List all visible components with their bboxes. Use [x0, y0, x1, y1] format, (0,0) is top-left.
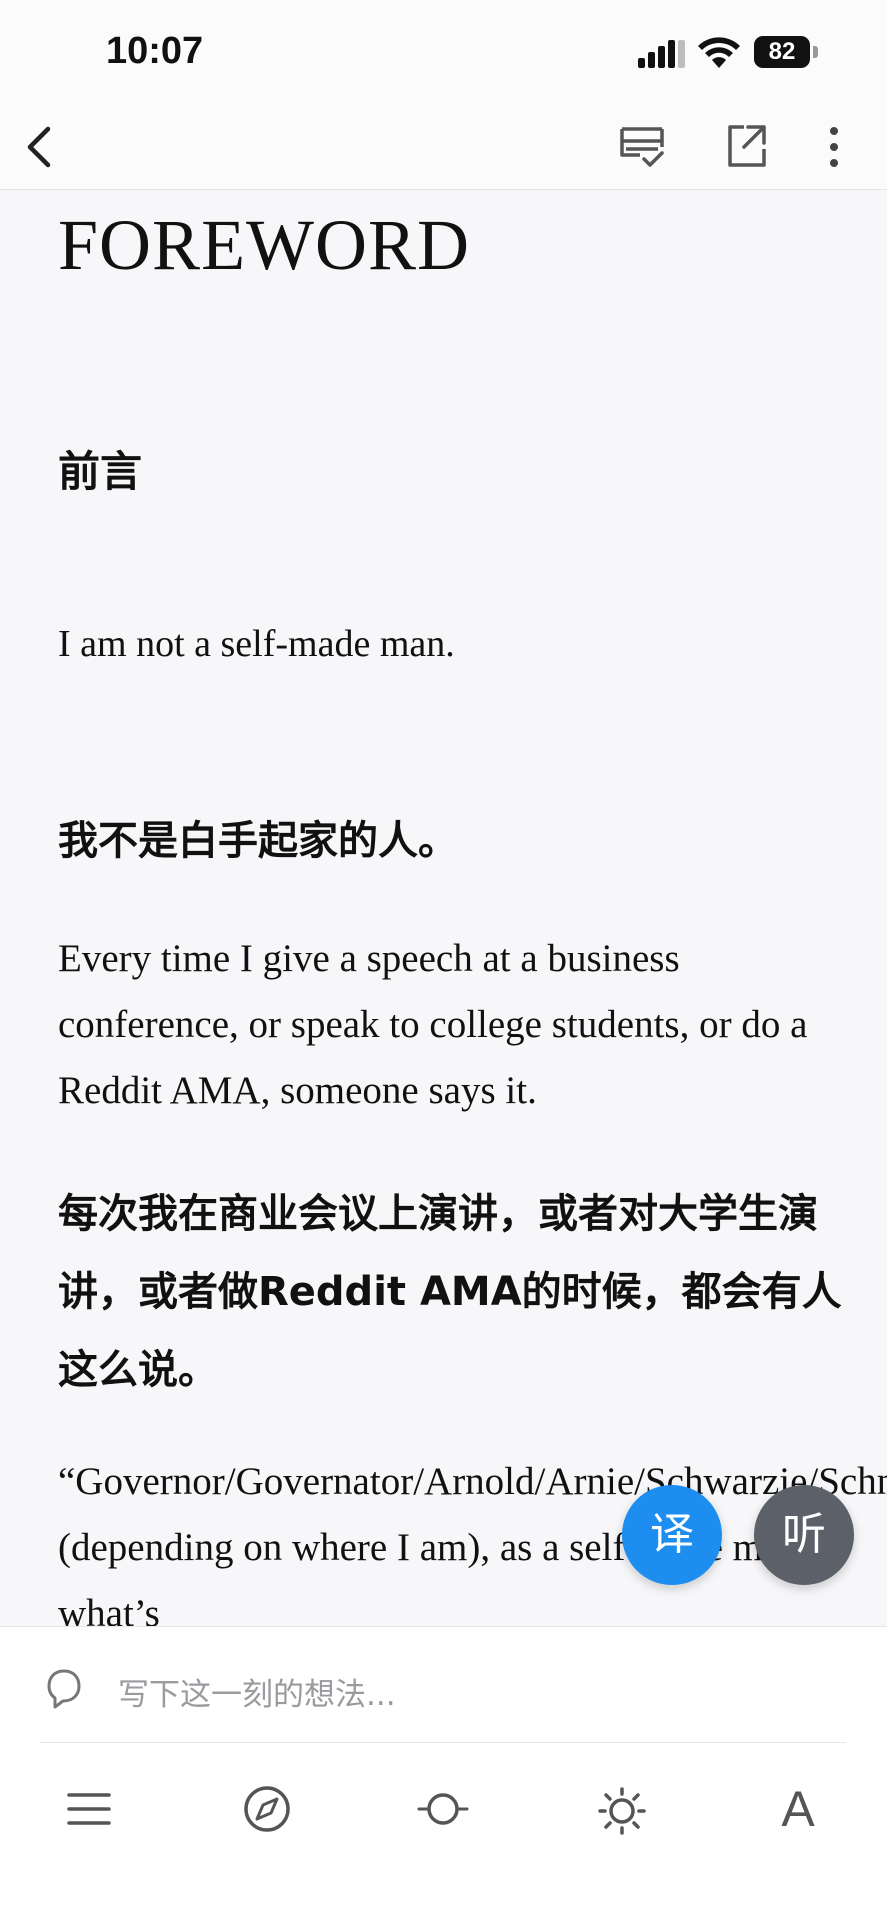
chapter-title-translation: 前言 [58, 447, 143, 496]
more-vertical-icon[interactable] [820, 119, 848, 175]
paragraph-en-1: I am not a self-made man. [58, 623, 455, 665]
compass-icon[interactable] [231, 1773, 303, 1845]
chapter-title: FOREWORD [58, 205, 471, 285]
translate-button[interactable]: 译 [622, 1485, 722, 1585]
paragraph-cn-2: 每次我在商业会议上演讲，或者对大学生演讲，或者做Reddit AMA的时候，都会… [58, 1191, 842, 1393]
paragraph-en-2: Every time I give a speech at a business… [58, 937, 808, 1112]
wifi-icon [698, 37, 740, 68]
note-check-icon[interactable] [616, 119, 668, 175]
listen-button[interactable]: 听 [754, 1485, 854, 1585]
menu-icon[interactable] [53, 1773, 125, 1845]
share-external-icon[interactable] [724, 119, 770, 171]
signal-icon [638, 40, 685, 68]
bottom-panel: A [0, 1626, 887, 1921]
back-icon[interactable] [20, 123, 60, 171]
thought-row [40, 1651, 846, 1741]
progress-icon[interactable] [407, 1773, 479, 1845]
font-icon[interactable]: A [762, 1773, 834, 1845]
paragraph-cn-1: 我不是白手起家的人。 [58, 818, 458, 864]
status-bar: 10:07 82 [0, 0, 887, 105]
brightness-icon[interactable] [586, 1773, 658, 1845]
reading-content[interactable]: FOREWORD 前言 I am not a self-made man. 我不… [0, 190, 887, 1626]
battery-level: 82 [768, 38, 796, 65]
paragraph-en-3: “Governor/Governator/Arnold/Arnie/Schwar… [58, 1460, 887, 1626]
divider [40, 1742, 846, 1743]
thought-bubble-icon [47, 1669, 81, 1709]
battery-icon: 82 [754, 36, 820, 70]
thought-input[interactable] [116, 1669, 820, 1721]
status-time: 10:07 [106, 30, 204, 72]
nav-bar [0, 105, 887, 190]
